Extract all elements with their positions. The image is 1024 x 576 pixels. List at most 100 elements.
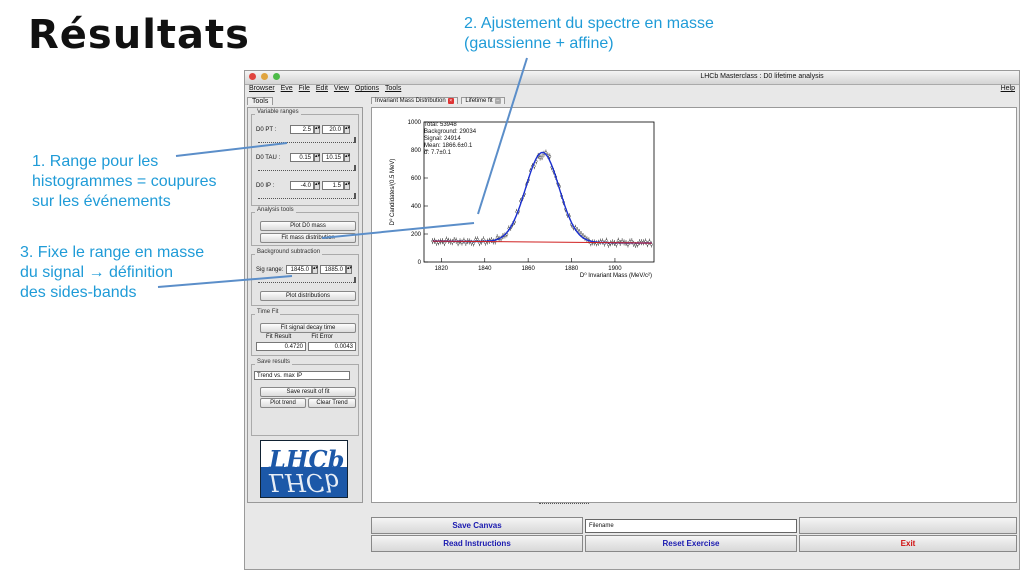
empty-button [799,517,1017,534]
exit-button[interactable]: Exit [799,535,1017,552]
fit-mass-distribution-button[interactable]: Fit mass distribution [260,233,356,243]
save-results-group: Save results Trend vs. max IP ▼ Save res… [251,359,359,436]
menu-view[interactable]: View [334,85,349,92]
ip-row: D0 IP : -4.0 ▴▾ 1.5 ▴▾ [256,181,350,190]
menu-eve[interactable]: Eve [281,85,293,92]
tools-panel: Variable ranges D0 PT : 2.5 ▴▾ 20.0 ▴▾ D… [247,107,363,503]
close-tab-icon[interactable]: × [447,98,454,104]
stats-sigma: σ: 7.7±0.1 [424,150,452,156]
tau-min-spinner[interactable]: ▴▾ [314,153,320,162]
data-point [443,241,446,245]
menu-tools[interactable]: Tools [385,85,401,92]
ip-max-spinner[interactable]: ▴▾ [344,181,350,190]
close-tab-icon[interactable]: – [494,98,501,104]
sig-max-field[interactable]: 1885.0 [320,265,346,274]
data-point [478,241,481,245]
fit-error-field[interactable]: 0.0043 [308,342,356,351]
data-point [607,243,610,247]
splitter-handle[interactable] [539,503,589,508]
pt-range-slider[interactable] [258,137,356,143]
annotation-1-line3: sur les événements [32,193,171,210]
window-title: LHCb Masterclass : D0 lifetime analysis [700,73,824,80]
plot-d0-mass-button[interactable]: Plot D0 mass [260,221,356,231]
stats-signal: Signal: 24914 [424,136,461,142]
menu-options[interactable]: Options [355,85,379,92]
sig-min-field[interactable]: 1845.0 [286,265,312,274]
plot-canvas[interactable]: 1820 1840 1860 1880 1900 0 200 400 600 800 1000 D⁰ … [371,107,1017,503]
menu-browser[interactable]: Browser [249,85,275,92]
pt-max-field[interactable]: 20.0 [322,125,344,134]
data-point [644,240,647,243]
trend-select-value: Trend vs. max IP [257,373,303,379]
exit-label: Exit [900,539,916,548]
sig-range-slider[interactable] [258,277,356,283]
filename-input[interactable]: Filename [585,519,797,533]
sig-range-row: Sig range: 1845.0 ▴▾ 1885.0 ▴▾ [256,265,352,274]
ip-range-slider[interactable] [258,193,356,199]
fit-result-field[interactable]: 0.4720 [256,342,306,351]
canvas-tabs: Invariant Mass Distribution × Lifetime fi… [371,97,507,104]
pt-max-spinner[interactable]: ▴▾ [344,125,350,134]
analysis-tools-label: Analysis tools [255,207,296,213]
annotation-3-line1: 3. Fixe le range en masse [20,244,205,261]
variable-ranges-group: Variable ranges D0 PT : 2.5 ▴▾ 20.0 ▴▾ D… [251,109,359,206]
y-tick-label-3: 600 [411,176,422,182]
sig-min-spinner[interactable]: ▴▾ [312,265,318,274]
y-tick-label-2: 400 [411,204,422,210]
data-point [456,241,460,245]
save-canvas-label: Save Canvas [452,521,502,530]
app-window: LHCb Masterclass : D0 lifetime analysis … [244,70,1020,570]
read-instructions-button[interactable]: Read Instructions [371,535,583,552]
tab-invariant-mass[interactable]: Invariant Mass Distribution × [371,97,458,104]
ip-min-field[interactable]: -4.0 [290,181,314,190]
reset-exercise-label: Reset Exercise [662,539,720,548]
annotation-2-line1: 2. Ajustement du spectre en masse [464,15,714,32]
tau-max-field[interactable]: 10.15 [322,153,344,162]
reset-exercise-button[interactable]: Reset Exercise [585,535,797,552]
ip-max-field[interactable]: 1.5 [322,181,344,190]
data-point [540,155,544,159]
data-point [472,242,475,245]
tab-lifetime-fit[interactable]: Lifetime fit – [461,97,505,104]
annotation-2: 2. Ajustement du spectre en masse (gauss… [464,14,714,54]
tau-max-spinner[interactable]: ▴▾ [344,153,350,162]
pt-min-spinner[interactable]: ▴▾ [314,125,320,134]
analysis-tools-group: Analysis tools Plot D0 mass Fit mass dis… [251,207,359,246]
ip-label: D0 IP : [256,182,275,189]
ip-min-spinner[interactable]: ▴▾ [314,181,320,190]
stats-total: Total: 53948 [424,122,457,128]
tau-row: D0 TAU : 0.15 ▴▾ 10.15 ▴▾ [256,153,350,162]
background-subtraction-label: Background subtraction [255,249,323,255]
clear-trend-button[interactable]: Clear Trend [308,398,356,408]
background-subtraction-group: Background subtraction Sig range: 1845.0… [251,249,359,306]
trend-select[interactable]: Trend vs. max IP [254,371,350,380]
x-tick-label-2: 1860 [521,266,535,272]
fit-signal-decay-time-button[interactable]: Fit signal decay time [260,323,356,333]
annotation-2-line2: (gaussienne + affine) [464,35,614,52]
tab-lifetime-fit-label: Lifetime fit [465,98,493,104]
menu-file[interactable]: File [299,85,310,92]
menu-help[interactable]: Help [1001,85,1015,92]
sig-max-spinner[interactable]: ▴▾ [346,265,352,274]
lhcb-logo: LHCb LHCb [260,440,348,498]
y-tick-label-4: 800 [411,148,422,154]
tau-range-slider[interactable] [258,165,356,171]
tau-min-field[interactable]: 0.15 [290,153,314,162]
x-tick-label-4: 1900 [608,266,622,272]
save-result-of-fit-button[interactable]: Save result of fit [260,387,356,397]
plot-distributions-button[interactable]: Plot distributions [260,291,356,301]
menu-edit[interactable]: Edit [316,85,328,92]
slide-title: Résultats [28,12,250,58]
x-tick-label-0: 1820 [435,266,449,272]
trend-select-row: Trend vs. max IP ▼ [254,371,350,380]
annotation-1-line2: histogrammes = coupures [32,173,217,190]
plot-trend-button[interactable]: Plot trend [260,398,306,408]
tab-tools[interactable]: Tools [247,97,274,105]
stats-background: Background: 29034 [424,129,477,135]
fit-curve [432,151,652,244]
data-point [548,155,552,158]
menu-bar: Browser Eve File Edit View Options Tools… [245,85,1019,95]
save-canvas-button[interactable]: Save Canvas [371,517,583,534]
stats-box: Total: 53948 Background: 29034 Signal: 2… [424,122,476,157]
pt-min-field[interactable]: 2.5 [290,125,314,134]
